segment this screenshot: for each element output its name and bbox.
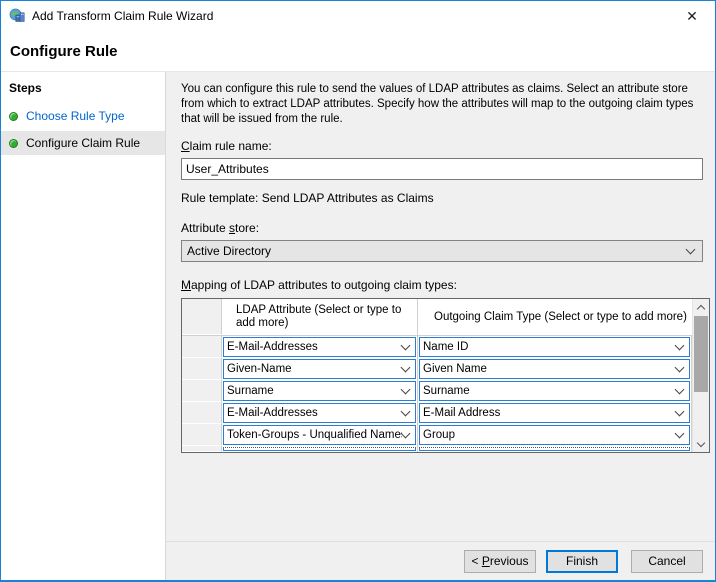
- outgoing-claim-type-dropdown[interactable]: Name ID: [419, 337, 690, 357]
- ldap-attribute-dropdown[interactable]: [223, 447, 416, 451]
- chevron-down-icon: [675, 385, 685, 395]
- sidebar-item-choose-rule-type[interactable]: Choose Rule Type: [1, 104, 165, 128]
- chevron-up-icon: [697, 304, 705, 312]
- chevron-down-icon: [697, 438, 705, 446]
- attribute-store-label: Attribute store:: [181, 221, 711, 235]
- step-label: Configure Claim Rule: [26, 136, 140, 150]
- page-title: Configure Rule: [10, 43, 118, 60]
- row-header-cell[interactable]: [182, 424, 222, 446]
- row-header-cell[interactable]: [182, 380, 222, 402]
- attribute-store-value: Active Directory: [187, 244, 687, 258]
- step-label[interactable]: Choose Rule Type: [26, 109, 125, 123]
- steps-header: Steps: [1, 76, 165, 104]
- mapping-label: Mapping of LDAP attributes to outgoing c…: [181, 278, 711, 292]
- row-header-cell[interactable]: [182, 358, 222, 380]
- scroll-up-button[interactable]: [693, 299, 709, 315]
- ldap-attribute-dropdown[interactable]: Surname: [223, 381, 416, 401]
- mapping-grid: LDAP Attribute (Select or type to add mo…: [181, 298, 710, 453]
- rule-description-text: You can configure this rule to send the …: [181, 82, 705, 127]
- claim-rule-name-input[interactable]: [181, 158, 703, 180]
- cancel-button[interactable]: Cancel: [631, 550, 703, 573]
- row-header-cell[interactable]: [182, 402, 222, 424]
- main-panel: You can configure this rule to send the …: [166, 72, 715, 580]
- table-row: Given-Name Given Name: [182, 358, 692, 380]
- wizard-footer: < Previous Finish Cancel: [166, 541, 715, 580]
- grid-corner-cell: [182, 299, 222, 335]
- close-icon: ✕: [686, 8, 698, 25]
- chevron-down-icon: [401, 407, 411, 417]
- grid-header-row: LDAP Attribute (Select or type to add mo…: [182, 299, 692, 336]
- attribute-store-dropdown[interactable]: Active Directory: [181, 240, 703, 262]
- outgoing-claim-type-dropdown[interactable]: [419, 447, 690, 451]
- ldap-attribute-dropdown[interactable]: E-Mail-Addresses: [223, 403, 416, 423]
- ldap-attribute-dropdown[interactable]: E-Mail-Addresses: [223, 337, 416, 357]
- chevron-down-icon: [401, 385, 411, 395]
- step-complete-icon: [9, 139, 18, 148]
- chevron-down-icon: [686, 245, 696, 255]
- chevron-down-icon: [675, 363, 685, 373]
- window-title: Add Transform Claim Rule Wizard: [32, 9, 677, 23]
- step-complete-icon: [9, 112, 18, 121]
- rule-template-text: Rule template: Send LDAP Attributes as C…: [181, 191, 711, 205]
- chevron-down-icon: [675, 407, 685, 417]
- row-header-cell[interactable]: [182, 446, 222, 452]
- heading-row: Configure Rule: [1, 31, 715, 71]
- grid-vertical-scrollbar[interactable]: [692, 299, 709, 452]
- table-row-new-partial: [182, 446, 692, 452]
- wizard-window: Add Transform Claim Rule Wizard ✕ Config…: [0, 0, 716, 582]
- scroll-down-button[interactable]: [693, 436, 709, 452]
- scrollbar-thumb[interactable]: [694, 316, 708, 392]
- chevron-down-icon: [401, 341, 411, 351]
- outgoing-claim-type-dropdown[interactable]: Group: [419, 425, 690, 445]
- chevron-down-icon: [675, 341, 685, 351]
- outgoing-claim-type-dropdown[interactable]: Surname: [419, 381, 690, 401]
- previous-button[interactable]: < Previous: [464, 550, 536, 573]
- chevron-down-icon: [401, 363, 411, 373]
- ldap-attribute-dropdown[interactable]: Token-Groups - Unqualified Names: [223, 425, 416, 445]
- table-row: Surname Surname: [182, 380, 692, 402]
- finish-button[interactable]: Finish: [546, 550, 618, 573]
- outgoing-claim-type-dropdown[interactable]: E-Mail Address: [419, 403, 690, 423]
- close-button[interactable]: ✕: [677, 3, 707, 29]
- title-bar: Add Transform Claim Rule Wizard ✕: [1, 1, 715, 31]
- chevron-down-icon: [401, 429, 411, 439]
- form-area: You can configure this rule to send the …: [166, 72, 715, 541]
- row-header-cell[interactable]: [182, 336, 222, 358]
- steps-sidebar: Steps Choose Rule Type Configure Claim R…: [1, 72, 166, 580]
- sidebar-item-configure-claim-rule[interactable]: Configure Claim Rule: [1, 131, 165, 155]
- wizard-app-icon: [9, 8, 25, 24]
- column-header-outgoing-claim-type[interactable]: Outgoing Claim Type (Select or type to a…: [418, 299, 692, 335]
- claim-rule-name-label: Claim rule name:: [181, 139, 711, 153]
- table-row: E-Mail-Addresses Name ID: [182, 336, 692, 358]
- column-header-ldap-attribute[interactable]: LDAP Attribute (Select or type to add mo…: [222, 299, 418, 335]
- table-row: E-Mail-Addresses E-Mail Address: [182, 402, 692, 424]
- outgoing-claim-type-dropdown[interactable]: Given Name: [419, 359, 690, 379]
- chevron-down-icon: [675, 429, 685, 439]
- table-row: Token-Groups - Unqualified Names Group: [182, 424, 692, 446]
- ldap-attribute-dropdown[interactable]: Given-Name: [223, 359, 416, 379]
